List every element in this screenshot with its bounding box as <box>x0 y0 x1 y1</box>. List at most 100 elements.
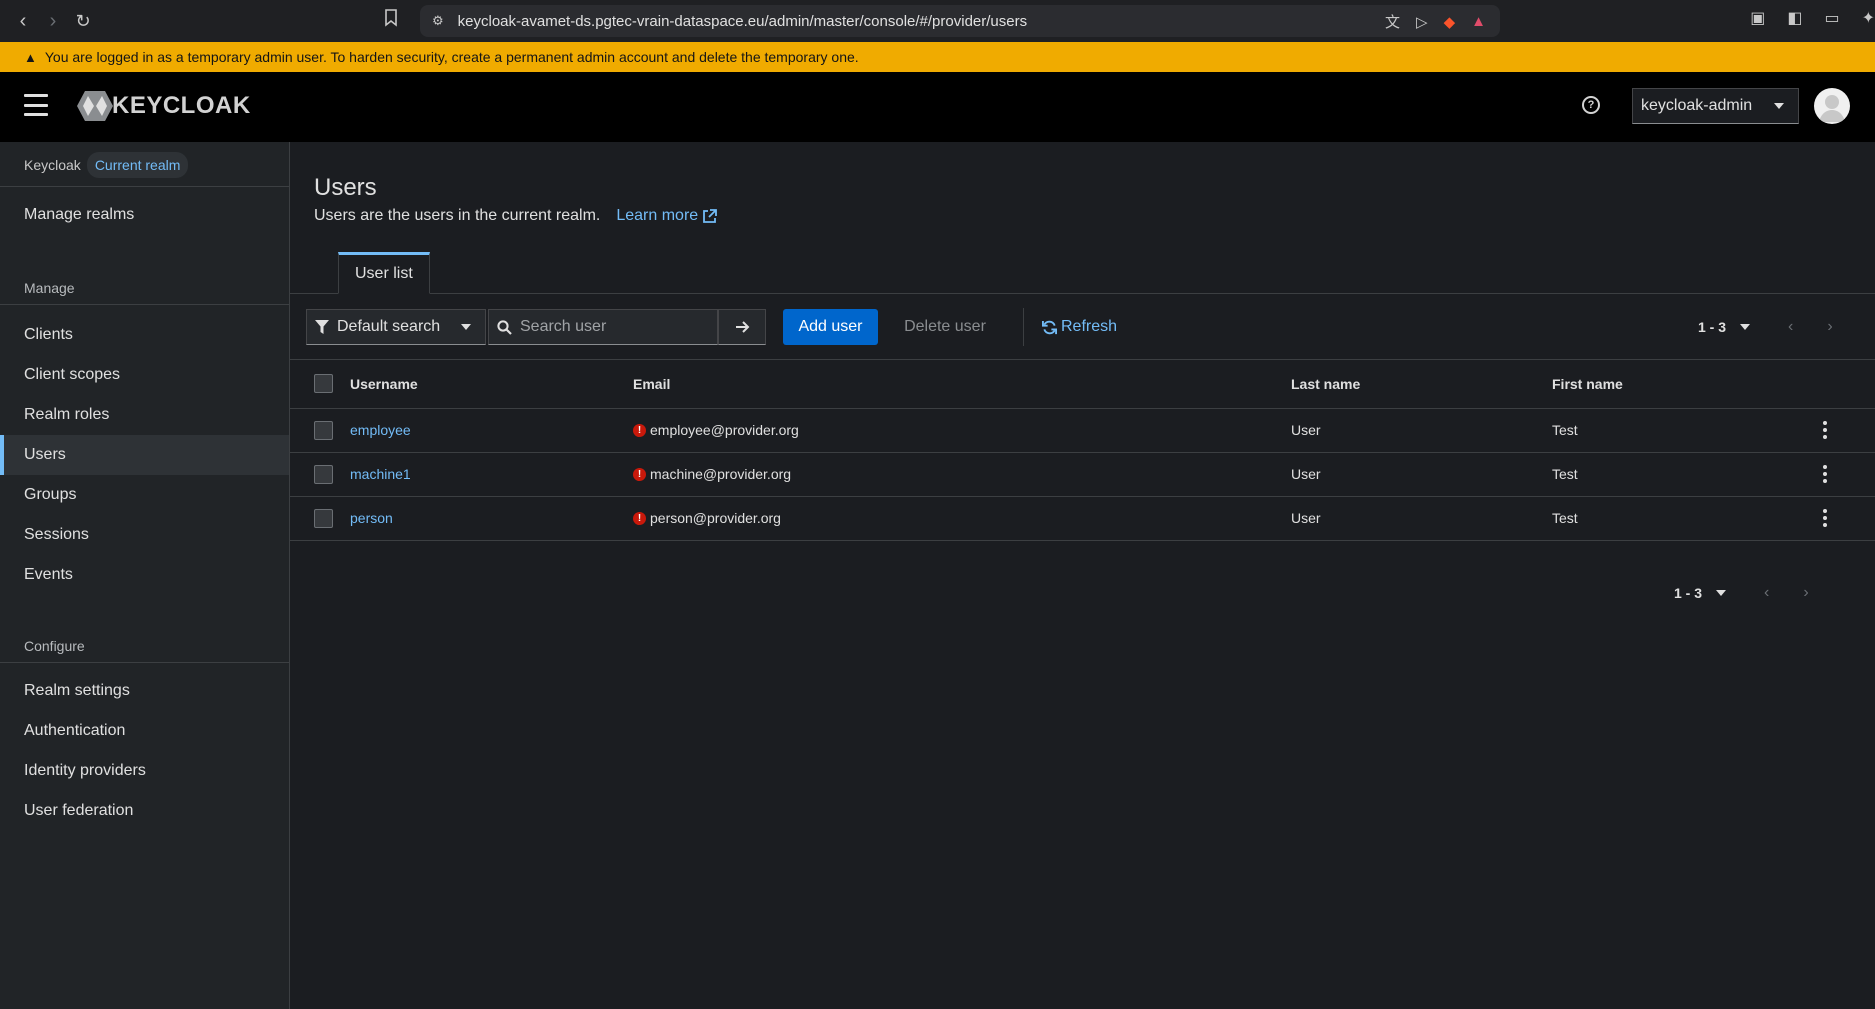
wallet-icon[interactable]: ▭ <box>1824 8 1839 28</box>
select-all-checkbox[interactable] <box>314 374 333 394</box>
hamburger-menu-icon[interactable] <box>24 94 48 116</box>
caret-down-icon <box>461 324 471 330</box>
screenshot-icon[interactable]: ▣ <box>1750 8 1765 28</box>
sidebar-item-users[interactable]: Users <box>0 435 289 475</box>
description-text: Users are the users in the current realm… <box>314 207 601 224</box>
column-username[interactable]: Username <box>350 360 633 409</box>
column-first-name[interactable]: First name <box>1552 360 1795 409</box>
search-user-input[interactable] <box>520 318 700 336</box>
username-link[interactable]: employee <box>350 422 411 438</box>
banner-text: You are logged in as a temporary admin u… <box>44 49 859 65</box>
back-icon[interactable]: ‹ <box>8 6 38 36</box>
leo-icon[interactable]: ✦ <box>1862 8 1875 28</box>
caret-down-icon[interactable] <box>1740 324 1751 330</box>
page-description: Users are the users in the current realm… <box>314 207 718 225</box>
sidebar-item-user-federation[interactable]: User federation <box>0 791 289 831</box>
temporary-admin-banner: ▲ You are logged in as a temporary admin… <box>0 42 1875 72</box>
sidebar-item-realm-settings[interactable]: Realm settings <box>0 671 289 711</box>
search-submit-button[interactable] <box>718 309 766 345</box>
row-checkbox[interactable] <box>314 508 333 528</box>
row-actions-kebab-icon[interactable] <box>1815 509 1835 527</box>
column-last-name[interactable]: Last name <box>1291 360 1552 409</box>
search-type-dropdown[interactable]: Default search <box>306 309 486 345</box>
row-checkbox[interactable] <box>314 464 333 484</box>
keycloak-logo-icon <box>77 91 113 121</box>
pagination-bottom: 1 - 3 ‹ › <box>1674 584 1809 602</box>
username-link[interactable]: person <box>350 510 393 526</box>
brand-text: KEYCLOAK <box>112 92 251 119</box>
avatar[interactable] <box>1814 88 1850 124</box>
sidebar-item-client-scopes[interactable]: Client scopes <box>0 355 289 395</box>
brave-shield-icon[interactable]: ◆ <box>1444 13 1456 31</box>
last-name-cell: User <box>1291 452 1552 497</box>
sidebar-toggle-icon[interactable]: ◧ <box>1787 8 1802 28</box>
sidebar-item-sessions[interactable]: Sessions <box>0 515 289 555</box>
reload-icon[interactable]: ↻ <box>68 6 98 36</box>
forward-icon[interactable]: › <box>38 6 68 36</box>
learn-more-label: Learn more <box>616 207 699 224</box>
external-link-icon <box>703 208 718 223</box>
pagination-count[interactable]: 1 - 3 <box>1698 319 1726 335</box>
first-name-cell: Test <box>1552 496 1795 541</box>
sidebar-item-authentication[interactable]: Authentication <box>0 711 289 751</box>
translate-icon[interactable]: 文 <box>1385 11 1400 32</box>
brave-rewards-icon[interactable]: ▲ <box>1471 13 1486 30</box>
email-text: person@provider.org <box>650 510 781 526</box>
realm-selector[interactable]: Keycloak Current realm <box>24 152 189 178</box>
row-checkbox[interactable] <box>314 420 333 440</box>
caret-down-icon <box>1774 103 1784 109</box>
last-name-cell: User <box>1291 408 1552 453</box>
next-page-icon[interactable]: › <box>1827 318 1832 336</box>
sidebar-item-events[interactable]: Events <box>0 555 289 595</box>
search-user-field[interactable] <box>488 309 718 345</box>
sidebar-divider <box>0 662 289 663</box>
users-table: Username Email Last name First name empl… <box>290 360 1875 541</box>
search-type-label: Default search <box>337 318 441 335</box>
pagination-count[interactable]: 1 - 3 <box>1674 585 1702 601</box>
filter-icon <box>315 320 329 334</box>
tab-bar: User list <box>290 252 1875 294</box>
url-text: keycloak-avamet-ds.pgtec-vrain-dataspace… <box>457 12 1028 30</box>
first-name-cell: Test <box>1552 452 1795 497</box>
sidebar-divider <box>0 304 289 305</box>
sidebar-item-manage-realms[interactable]: Manage realms <box>0 195 289 235</box>
address-bar[interactable]: ⚙ keycloak-avamet-ds.pgtec-vrain-dataspa… <box>420 5 1500 37</box>
sidebar-item-groups[interactable]: Groups <box>0 475 289 515</box>
bookmark-icon[interactable] <box>384 9 398 32</box>
caret-down-icon[interactable] <box>1716 590 1727 596</box>
username-link[interactable]: machine1 <box>350 466 411 482</box>
email-unverified-icon: ! <box>633 467 646 481</box>
user-menu-dropdown[interactable]: keycloak-admin <box>1632 88 1799 124</box>
site-settings-icon[interactable]: ⚙ <box>432 13 444 29</box>
tab-user-list[interactable]: User list <box>338 252 430 294</box>
realm-label: Keycloak <box>24 157 81 173</box>
sidebar-item-clients[interactable]: Clients <box>0 315 289 355</box>
last-name-cell: User <box>1291 496 1552 541</box>
email-unverified-icon: ! <box>633 423 646 437</box>
keycloak-logo[interactable]: KEYCLOAK <box>76 90 251 122</box>
section-manage: Manage <box>24 280 75 296</box>
table-header-row: Username Email Last name First name <box>290 360 1875 409</box>
refresh-button[interactable]: Refresh <box>1042 309 1117 345</box>
previous-page-icon[interactable]: ‹ <box>1788 318 1793 336</box>
previous-page-icon[interactable]: ‹ <box>1764 584 1769 602</box>
table-row: person ! person@provider.org User Test <box>290 496 1875 541</box>
column-email[interactable]: Email <box>633 360 1291 409</box>
add-user-button[interactable]: Add user <box>783 309 878 345</box>
table-toolbar: Default search Add user Delete user Refr… <box>290 294 1875 360</box>
next-page-icon[interactable]: › <box>1803 584 1808 602</box>
row-actions-kebab-icon[interactable] <box>1815 465 1835 483</box>
help-icon[interactable]: ? <box>1582 96 1600 114</box>
refresh-icon <box>1042 320 1057 334</box>
page-title: Users <box>314 174 377 201</box>
email-unverified-icon: ! <box>633 511 646 525</box>
row-actions-kebab-icon[interactable] <box>1815 421 1835 439</box>
search-icon <box>497 319 512 335</box>
current-realm-badge: Current realm <box>86 152 189 178</box>
sidebar-item-realm-roles[interactable]: Realm roles <box>0 395 289 435</box>
learn-more-link[interactable]: Learn more <box>616 207 718 225</box>
sidebar: Keycloak Current realm Manage realms Man… <box>0 142 290 1009</box>
sidebar-item-identity-providers[interactable]: Identity providers <box>0 751 289 791</box>
delete-user-button[interactable]: Delete user <box>890 309 1000 345</box>
send-icon[interactable]: ▷ <box>1416 13 1428 31</box>
